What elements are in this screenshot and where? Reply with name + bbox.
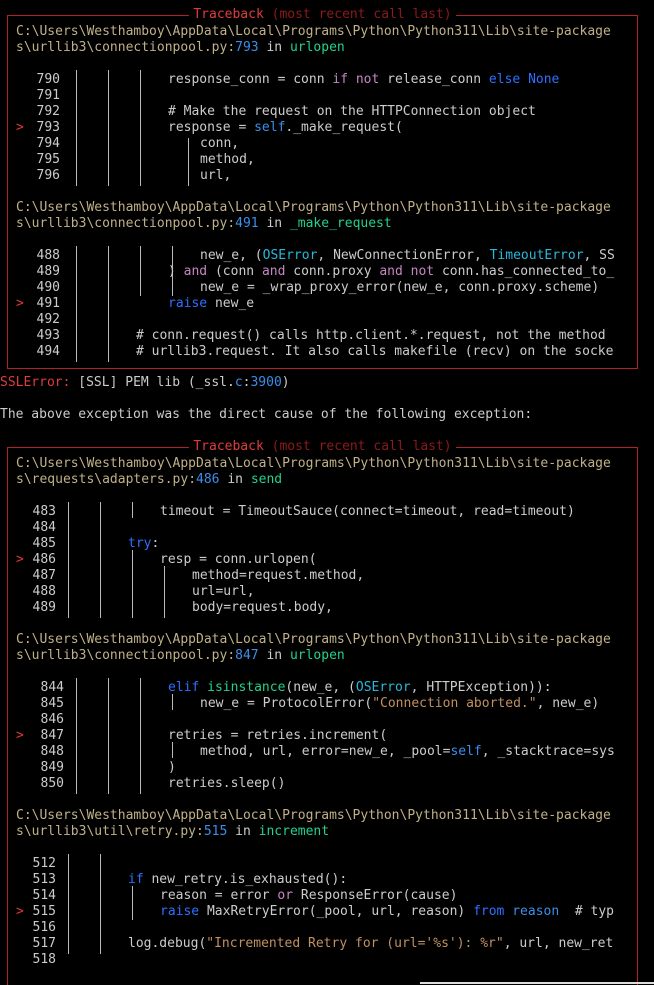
line-number: 486 — [32, 552, 56, 567]
line-number: 492 — [36, 312, 60, 327]
frame-path: C:\Users\Westhamboy\AppData\Local\Progra… — [16, 808, 611, 823]
line-number: 794 — [36, 136, 60, 151]
code-line: # Make the request on the HTTPConnection… — [168, 104, 536, 119]
line-number: 489 — [32, 600, 56, 615]
line-number: 488 — [32, 584, 56, 599]
code-line: retries = retries.increment( — [168, 728, 388, 743]
frame-path: C:\Users\Westhamboy\AppData\Local\Progra… — [16, 200, 611, 215]
line-number: 512 — [32, 856, 56, 871]
code-line: resp = conn.urlopen( — [160, 552, 317, 567]
frame-location: s\urllib3\connectionpool.py:491 in _make… — [16, 216, 392, 231]
line-number: 847 — [40, 728, 64, 743]
line-number: 792 — [36, 104, 60, 119]
line-number: 483 — [32, 504, 56, 519]
frame-location: s\urllib3\util\retry.py:515 in increment — [16, 824, 330, 839]
code-line: response = self._make_request( — [168, 120, 403, 135]
code-line: url=url, — [192, 584, 255, 599]
code-line: method, — [200, 152, 255, 167]
exception-line: SSLError: [SSL] PEM lib (_ssl.c:3900) — [0, 375, 290, 390]
line-number: 515 — [32, 904, 56, 919]
line-number: 513 — [32, 872, 56, 887]
code-line: new_e, (OSError, NewConnectionError, Tim… — [200, 248, 615, 263]
code-line: timeout = TimeoutSauce(connect=timeout, … — [160, 504, 575, 519]
code-line: log.debug("Incremented Retry for (url='%… — [128, 936, 614, 951]
frame-location: s\urllib3\connectionpool.py:847 in urlop… — [16, 648, 345, 663]
line-number: 849 — [40, 760, 64, 775]
exception-type: SSLError: — [0, 375, 71, 390]
code-line: response_conn = conn if not release_conn… — [168, 72, 560, 87]
code-line: retries.sleep() — [168, 776, 286, 791]
traceback-title: Traceback (most recent call last) — [8, 7, 637, 23]
line-number: 850 — [40, 776, 64, 791]
line-number: 793 — [36, 120, 60, 135]
line-number: 790 — [36, 72, 60, 87]
code-line: try: — [128, 536, 160, 551]
code-line: method=request.method, — [192, 568, 365, 583]
code-line: reason = error or ResponseError(cause) — [160, 888, 458, 903]
line-number: 493 — [36, 328, 60, 343]
line-number: 488 — [36, 248, 60, 263]
line-number: 514 — [32, 888, 56, 903]
code-line: ) and (conn and conn.proxy and not conn.… — [168, 264, 615, 279]
line-number: 490 — [36, 280, 60, 295]
line-number: 848 — [40, 744, 64, 759]
frame-location: s\urllib3\connectionpool.py:793 in urlop… — [16, 40, 345, 55]
line-number: 845 — [40, 696, 64, 711]
line-number: 846 — [40, 712, 64, 727]
frame-path: C:\Users\Westhamboy\AppData\Local\Progra… — [16, 24, 611, 39]
frame-path: C:\Users\Westhamboy\AppData\Local\Progra… — [16, 632, 611, 647]
code-line: if new_retry.is_exhausted(): — [128, 872, 348, 887]
frame-location: s\requests\adapters.py:486 in send — [16, 472, 283, 487]
line-number: 484 — [32, 520, 56, 535]
line-number: 517 — [32, 936, 56, 951]
line-number: 494 — [36, 344, 60, 359]
cause-message: The above exception was the direct cause… — [0, 407, 533, 422]
frame-path: C:\Users\Westhamboy\AppData\Local\Progra… — [16, 456, 611, 471]
line-number: 791 — [36, 88, 60, 103]
line-number: 491 — [36, 296, 60, 311]
line-number: 489 — [36, 264, 60, 279]
code-line: raise MaxRetryError(_pool, url, reason) … — [160, 904, 614, 919]
line-number: 487 — [32, 568, 56, 583]
line-number: 795 — [36, 152, 60, 167]
traceback-title: Traceback (most recent call last) — [8, 439, 637, 455]
line-number: 844 — [40, 680, 64, 695]
code-line: body=request.body, — [192, 600, 333, 615]
line-number: 485 — [32, 536, 56, 551]
traceback-panel-1: Traceback (most recent call last) C:\Use… — [7, 7, 638, 369]
line-number: 518 — [32, 952, 56, 967]
code-line: # urllib3.request. It also calls makefil… — [136, 344, 614, 359]
line-number: 516 — [32, 920, 56, 935]
code-line: ) — [168, 760, 176, 775]
code-line: method, url, error=new_e, _pool=self, _s… — [200, 744, 615, 759]
traceback-panel-2: Traceback (most recent call last) C:\Use… — [7, 439, 638, 985]
code-line: url, — [200, 168, 232, 183]
code-line: # conn.request() calls http.client.*.req… — [136, 328, 606, 343]
code-line: raise new_e — [168, 296, 255, 311]
code-line: conn, — [200, 136, 240, 151]
code-line: elif isinstance(new_e, (OSError, HTTPExc… — [168, 680, 552, 695]
line-number: 796 — [36, 168, 60, 183]
code-line: new_e = _wrap_proxy_error(new_e, conn.pr… — [200, 280, 600, 295]
code-line: new_e = ProtocolError("Connection aborte… — [200, 696, 600, 711]
